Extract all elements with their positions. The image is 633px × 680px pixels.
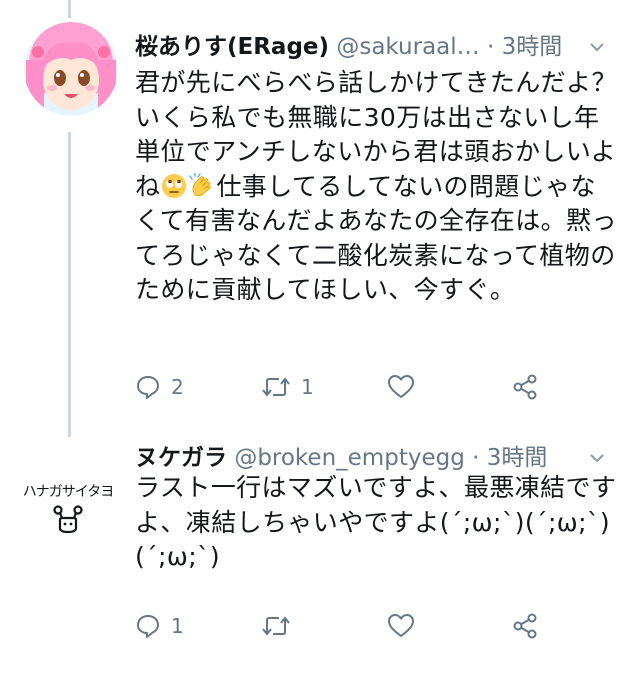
heart-icon <box>388 375 414 398</box>
retweet-icon <box>262 377 290 397</box>
anime-character-avatar-icon <box>24 22 118 116</box>
separator-dot: · <box>486 34 495 60</box>
display-name[interactable]: ヌケガラ <box>135 445 227 471</box>
user-handle[interactable]: @sakuraal… <box>336 34 479 60</box>
tweet[interactable]: 桜ありす(ERage) @sakuraal… · 3時間 君が先にべらべら話しか… <box>0 0 633 437</box>
chevron-down-icon[interactable] <box>589 451 605 465</box>
timestamp[interactable]: 3時間 <box>487 445 548 471</box>
tweet-actions: 1 <box>135 611 615 641</box>
reply-icon <box>137 615 159 638</box>
sprout-face-icon <box>53 505 83 534</box>
separator-dot: · <box>472 445 480 471</box>
tweet-header: ヌケガラ @broken_emptyegg · 3時間 <box>135 441 623 475</box>
retweet-icon <box>262 616 290 636</box>
reply-count: 2 <box>171 375 184 399</box>
timestamp[interactable]: 3時間 <box>502 34 563 60</box>
retweet-button[interactable] <box>261 611 291 641</box>
reply-button[interactable]: 2 <box>135 372 184 402</box>
tweet[interactable]: ハナガサイタヨ ヌケガラ @broken_emptyegg · 3時間 ラスト一… <box>0 437 633 680</box>
avatar[interactable] <box>24 22 118 116</box>
share-icon <box>513 374 537 400</box>
tweet-actions: 2 1 <box>135 372 615 402</box>
tweet-header: 桜ありす(ERage) @sakuraal… · 3時間 <box>135 30 623 64</box>
chevron-down-icon[interactable] <box>589 40 605 54</box>
share-icon <box>513 613 537 639</box>
heart-icon <box>388 614 414 637</box>
clapping-hands-emoji-icon <box>189 172 212 196</box>
avatar[interactable]: ハナガサイタヨ <box>18 481 118 561</box>
share-button[interactable] <box>511 372 539 402</box>
user-handle[interactable]: @broken_emptyegg <box>234 445 464 471</box>
retweet-button[interactable]: 1 <box>261 372 314 402</box>
retweet-count: 1 <box>301 375 314 399</box>
display-name[interactable]: 桜ありす(ERage) <box>135 34 329 60</box>
reply-icon <box>137 376 159 399</box>
reply-button[interactable]: 1 <box>135 611 184 641</box>
reply-count: 1 <box>171 614 184 638</box>
tweet-text: ラスト一行はマズいですよ、最悪凍結ですよ、凍結しちゃいやですよ(´;ω;`)(´… <box>135 473 617 571</box>
share-button[interactable] <box>511 611 539 641</box>
rolling-eyes-emoji-icon <box>162 173 187 198</box>
tweet-text: 君が先にべらべら話しかけてきたんだよ？いくら私でも無職に30万は出さないし年単位… <box>135 66 619 308</box>
like-button[interactable] <box>387 372 415 402</box>
avatar-text: ハナガサイタヨ <box>22 484 114 500</box>
like-button[interactable] <box>387 611 415 641</box>
